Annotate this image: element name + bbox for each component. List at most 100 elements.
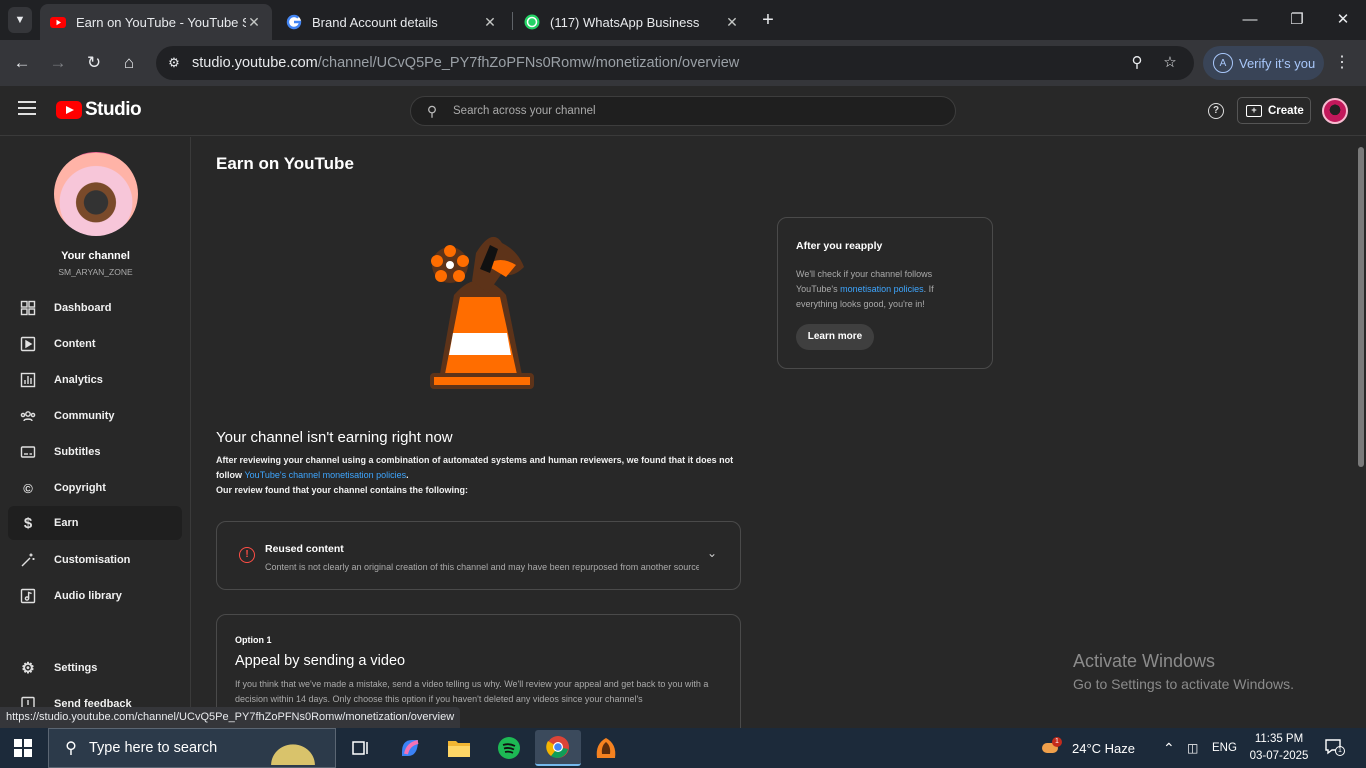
scrollbar-thumb[interactable]: [1358, 147, 1364, 467]
zoom-icon[interactable]: ⚲: [1127, 53, 1147, 73]
side-card-text: We'll check if your channel follows YouT…: [796, 269, 934, 309]
close-window-button[interactable]: ✕: [1333, 8, 1353, 32]
community-icon: [19, 407, 37, 425]
learn-more-button[interactable]: Learn more: [796, 324, 874, 350]
sidebar-item-dashboard[interactable]: Dashboard: [8, 291, 182, 325]
activate-windows-watermark: Activate Windows Go to Settings to activ…: [1073, 651, 1294, 692]
taskbar-search[interactable]: ⚲ Type here to search: [48, 728, 336, 768]
tab-whatsapp[interactable]: (117) WhatsApp Business ✕: [514, 4, 750, 40]
close-icon[interactable]: ✕: [246, 14, 262, 31]
spotify-icon[interactable]: [495, 734, 523, 762]
youtube-logo-icon: [56, 101, 82, 119]
option-kicker: Option 1: [235, 635, 272, 645]
sidebar-item-label: Analytics: [54, 374, 103, 386]
home-icon[interactable]: ⌂: [118, 52, 140, 74]
gear-icon: ⚙: [21, 660, 35, 677]
fl-studio-icon[interactable]: [592, 734, 620, 762]
sidebar-item-analytics[interactable]: Analytics: [8, 363, 182, 397]
monetisation-policies-link[interactable]: monetisation policies: [840, 284, 924, 294]
create-button[interactable]: + Create: [1237, 97, 1311, 124]
search-icon[interactable]: ⚲: [423, 103, 441, 120]
hamburger-menu-icon[interactable]: [18, 101, 36, 115]
sidebar-item-label: Audio library: [54, 590, 122, 602]
channel-label: Your channel: [61, 250, 130, 262]
wand-icon: [19, 551, 37, 569]
close-icon[interactable]: ✕: [482, 14, 498, 31]
meet-now-icon[interactable]: ◫: [1187, 728, 1198, 768]
forward-arrow-icon[interactable]: →: [47, 52, 69, 74]
tab-earn-on-youtube[interactable]: Earn on YouTube - YouTube Studio ✕: [40, 4, 272, 40]
sidebar-item-label: Customisation: [54, 554, 131, 566]
verify-label: Verify it's you: [1239, 55, 1316, 71]
tab-title: Earn on YouTube - YouTube Studio: [76, 14, 246, 30]
studio-logo[interactable]: Studio: [56, 99, 142, 121]
channel-avatar[interactable]: [54, 152, 138, 236]
sidebar-item-earn[interactable]: $ Earn: [8, 506, 182, 540]
system-clock[interactable]: 11:35 PM 03-07-2025: [1245, 731, 1313, 765]
close-icon[interactable]: ✕: [724, 14, 740, 31]
traffic-cone-illustration: [430, 236, 534, 389]
sidebar-item-label: Settings: [54, 662, 98, 674]
tray-overflow-icon[interactable]: ⌃: [1163, 728, 1175, 768]
task-view-icon[interactable]: [347, 734, 375, 762]
sidebar-item-label: Content: [54, 338, 96, 350]
page-title: Earn on YouTube: [216, 154, 354, 173]
subtitles-icon: [19, 443, 37, 461]
chevron-down-icon: ▼: [14, 14, 26, 26]
warning-icon: !: [239, 547, 255, 563]
issue-title: Reused content: [265, 543, 344, 555]
chrome-icon[interactable]: [535, 730, 581, 766]
copilot-icon[interactable]: [396, 734, 424, 762]
dashboard-icon: [19, 299, 37, 317]
sidebar-item-community[interactable]: Community: [8, 399, 182, 433]
main-content: Earn on YouTube Your channel isn't earni…: [192, 137, 1356, 728]
restore-button[interactable]: ❐: [1287, 8, 1307, 32]
windows-start-icon[interactable]: [14, 739, 32, 757]
help-icon[interactable]: ?: [1208, 103, 1224, 119]
main-scrollbar[interactable]: [1356, 137, 1366, 728]
logo-text: Studio: [85, 99, 142, 120]
status-description: After reviewing your channel using a com…: [216, 455, 734, 495]
channel-policies-link[interactable]: YouTube's channel monetisation policies: [245, 470, 407, 480]
sidebar-item-customisation[interactable]: Customisation: [8, 543, 182, 577]
sidebar-item-audio-library[interactable]: Audio library: [8, 579, 182, 613]
haze-weather-icon: 1: [1040, 737, 1062, 757]
chevron-down-icon[interactable]: ⌄: [705, 546, 719, 560]
sidebar-item-content[interactable]: Content: [8, 327, 182, 361]
new-tab-button[interactable]: +: [758, 9, 778, 31]
analytics-icon: [19, 371, 37, 389]
sidebar-item-label: Dashboard: [54, 302, 112, 314]
clock-date: 03-07-2025: [1249, 750, 1309, 762]
tab-title: (117) WhatsApp Business: [550, 14, 700, 30]
account-avatar[interactable]: [1322, 98, 1348, 124]
browser-menu-icon[interactable]: ⋮: [1334, 52, 1350, 74]
address-bar[interactable]: ⚙ studio.youtube.com/channel/UCvQ5Pe_PY7…: [156, 46, 1194, 80]
tab-brand-account[interactable]: Brand Account details ✕: [276, 4, 508, 40]
weather-text: 24°C Haze: [1072, 740, 1136, 756]
channel-handle: SM_ARYAN_ZONE: [58, 267, 133, 277]
sidebar-item-copyright[interactable]: © Copyright: [8, 471, 182, 505]
reload-icon[interactable]: ↻: [83, 52, 105, 74]
profile-avatar: A: [1213, 53, 1233, 73]
language-indicator[interactable]: ENG: [1212, 728, 1237, 768]
weather-widget[interactable]: 1 24°C Haze: [1040, 728, 1135, 768]
audio-library-icon: [19, 587, 37, 605]
sidebar-item-subtitles[interactable]: Subtitles: [8, 435, 182, 469]
sidebar-item-label: Earn: [54, 517, 79, 529]
file-explorer-icon[interactable]: [445, 734, 473, 762]
notification-center-icon[interactable]: 1: [1324, 738, 1345, 756]
reused-content-card[interactable]: ! Reused content Content is not clearly …: [216, 521, 741, 590]
google-icon: [286, 14, 302, 30]
sidebar-item-settings[interactable]: ⚙ Settings: [8, 651, 182, 685]
bookmark-star-icon[interactable]: ☆: [1160, 53, 1180, 73]
minimize-button[interactable]: —: [1240, 8, 1260, 32]
back-arrow-icon[interactable]: ←: [11, 52, 33, 74]
browser-toolbar: ← → ↻ ⌂ ⚙ studio.youtube.com/channel/UCv…: [0, 40, 1366, 86]
verify-identity-button[interactable]: A Verify it's you: [1203, 46, 1324, 80]
site-info-icon[interactable]: ⚙: [164, 55, 184, 71]
tab-title: Brand Account details: [312, 14, 438, 30]
tab-search-button[interactable]: ▼: [8, 7, 32, 33]
sidebar-item-label: Copyright: [54, 482, 106, 494]
search-input[interactable]: [453, 105, 933, 117]
whatsapp-icon: [524, 14, 540, 30]
